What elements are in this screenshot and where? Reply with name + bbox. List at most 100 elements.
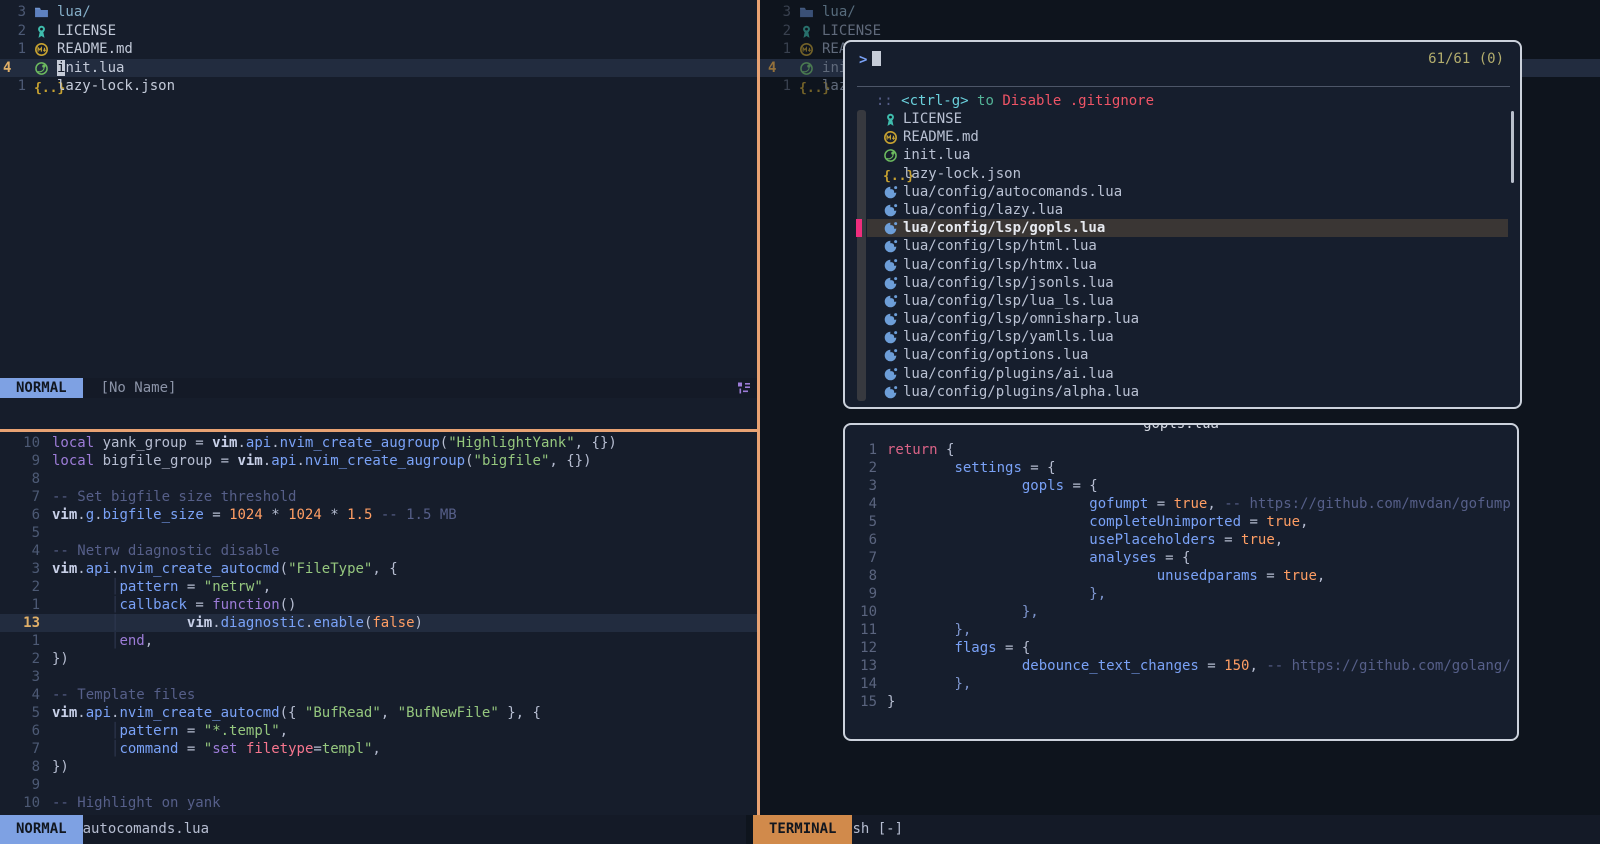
file-name: LICENSE [822,22,881,41]
file-name: init.lua [903,146,970,164]
code-line[interactable]: 10local yank_group = vim.api.nvim_create… [0,434,757,452]
line-number: 12 [849,639,877,657]
code-line[interactable]: 5vim.api.nvim_create_autocmd({ "BufRead"… [0,704,757,722]
preview-line: 3 gopls = { [845,477,1517,495]
line-number: 1 [849,441,877,459]
code-line[interactable]: 8 [0,470,757,488]
finder-item[interactable]: lua/config/lsp/yamlls.lua [845,328,1520,346]
lua-green-icon [34,61,49,76]
code-line[interactable]: 5 [0,524,757,542]
terminal-mode-badge: TERMINAL [753,815,852,844]
code-text: gofumpt = true, -- https://github.com/mv… [887,495,1511,513]
file-name: lua/config/lazy.lua [903,201,1063,219]
preview-line: 11 }, [845,621,1517,639]
code-line[interactable]: 10-- Highlight on yank [0,794,757,812]
finder-item[interactable]: lua/config/lsp/gopls.lua [845,219,1520,237]
finder-item[interactable]: {..}lazy-lock.json [845,165,1520,183]
file-name: lua/config/lsp/gopls.lua [903,219,1105,237]
line-number: 7 [849,549,877,567]
code-text: return { [887,441,954,459]
file-name: lua/config/autocomands.lua [903,183,1122,201]
finder-item[interactable]: LICENSE [845,110,1520,128]
folder-icon [799,5,814,20]
preview-title: gopls.lua [1133,423,1229,434]
line-number: 3 [765,3,791,22]
cursor: i [822,60,830,76]
line-number: 4 [768,59,794,78]
finder-item[interactable]: lua/config/plugins/alpha.lua [845,383,1520,401]
vertical-window-separator[interactable] [757,0,760,815]
code-text: -- Set bigfile size threshold [52,488,296,506]
finder-item[interactable]: lua/config/lsp/htmx.lua [845,256,1520,274]
finder-item[interactable]: lua/config/lsp/omnisharp.lua [845,310,1520,328]
code-line[interactable]: 1 │callback = function() [0,596,757,614]
finder-item[interactable]: lua/config/lazy.lua [845,201,1520,219]
finder-item[interactable]: lua/config/lsp/jsonls.lua [845,274,1520,292]
line-number: 10 [0,794,40,812]
file-name: init.lua [57,59,124,78]
finder-item[interactable]: lua/config/plugins/ai.lua [845,365,1520,383]
code-text: │pattern = "*.templ", [52,722,288,740]
preview-line: 1 return { [845,441,1517,459]
code-line[interactable]: 4-- Netrw diagnostic disable [0,542,757,560]
preview-line: 12 flags = { [845,639,1517,657]
statusline-left: NORMALautocomands.lua [0,815,746,844]
explorer-item[interactable]: 2 LICENSE [765,22,1600,41]
terminal-buffer-name: sh [-] [852,821,903,837]
line-number: 3 [0,3,26,22]
code-line[interactable]: 7 │command = "set filetype=templ", [0,740,757,758]
code-line[interactable]: 3 [0,668,757,686]
code-text: }) [52,650,69,668]
lua-blue-icon [883,185,898,200]
mode-badge: NORMAL [0,815,83,844]
code-line[interactable]: 9 [0,776,757,794]
code-line[interactable]: 6vim.g.bigfile_size = 1024 * 1024 * 1.5 … [0,506,757,524]
finder-item[interactable]: lua/config/lsp/html.lua [845,237,1520,255]
line-number: 9 [849,585,877,603]
code-text: -- Netrw diagnostic disable [52,542,280,560]
lua-blue-icon [883,203,898,218]
code-line[interactable]: 6 │pattern = "*.templ", [0,722,757,740]
code-text: analyses = { [887,549,1190,567]
code-text: } [887,693,895,711]
line-number: 2 [849,459,877,477]
file-name: lua/config/lsp/jsonls.lua [903,274,1114,292]
code-line[interactable]: 3vim.api.nvim_create_autocmd("FileType",… [0,560,757,578]
finder-item[interactable]: lua/config/options.lua [845,346,1520,364]
horizontal-window-separator[interactable] [0,429,757,432]
line-number: 3 [849,477,877,495]
line-number: 4 [3,59,29,78]
code-text: }, [887,675,971,693]
line-number: 2 [765,22,791,41]
mode-badge: NORMAL [0,378,83,398]
lua-blue-icon [883,221,898,236]
finder-prompt[interactable]: > [859,51,881,69]
finder-scrollbar[interactable] [1511,111,1514,183]
finder-item[interactable]: lua/config/autocomands.lua [845,183,1520,201]
preview-window: gopls.lua 1return {2 settings = {3 gopls… [843,423,1519,741]
readme-icon [883,130,898,145]
code-line[interactable]: 2}) [0,650,757,668]
code-line[interactable]: 2 │pattern = "netrw", [0,578,757,596]
code-line[interactable]: 4-- Template files [0,686,757,704]
code-line[interactable]: 13 │ vim.diagnostic.enable(false) [0,614,757,632]
explorer-item[interactable]: 3lua/ [765,3,1600,22]
lua-blue-icon [883,294,898,309]
finder-item[interactable]: init.lua [845,146,1520,164]
code-editor[interactable]: 10local yank_group = vim.api.nvim_create… [0,434,757,812]
lua-blue-icon [883,367,898,382]
license-icon [34,24,49,39]
code-line[interactable]: 8}) [0,758,757,776]
code-line[interactable]: 1 │end, [0,632,757,650]
code-line[interactable]: 9local bigfile_group = vim.api.nvim_crea… [0,452,757,470]
lua-blue-icon [883,276,898,291]
file-name: README.md [57,40,133,59]
code-line[interactable]: 7-- Set bigfile size threshold [0,488,757,506]
line-number: 1 [0,632,40,650]
finder-item[interactable]: lua/config/lsp/lua_ls.lua [845,292,1520,310]
buffer-name: [No Name] [101,380,177,396]
preview-line: 4 gofumpt = true, -- https://github.com/… [845,495,1517,513]
code-text: gopls = { [887,477,1098,495]
finder-item[interactable]: README.md [845,128,1520,146]
code-text: vim.api.nvim_create_autocmd("FileType", … [52,560,398,578]
